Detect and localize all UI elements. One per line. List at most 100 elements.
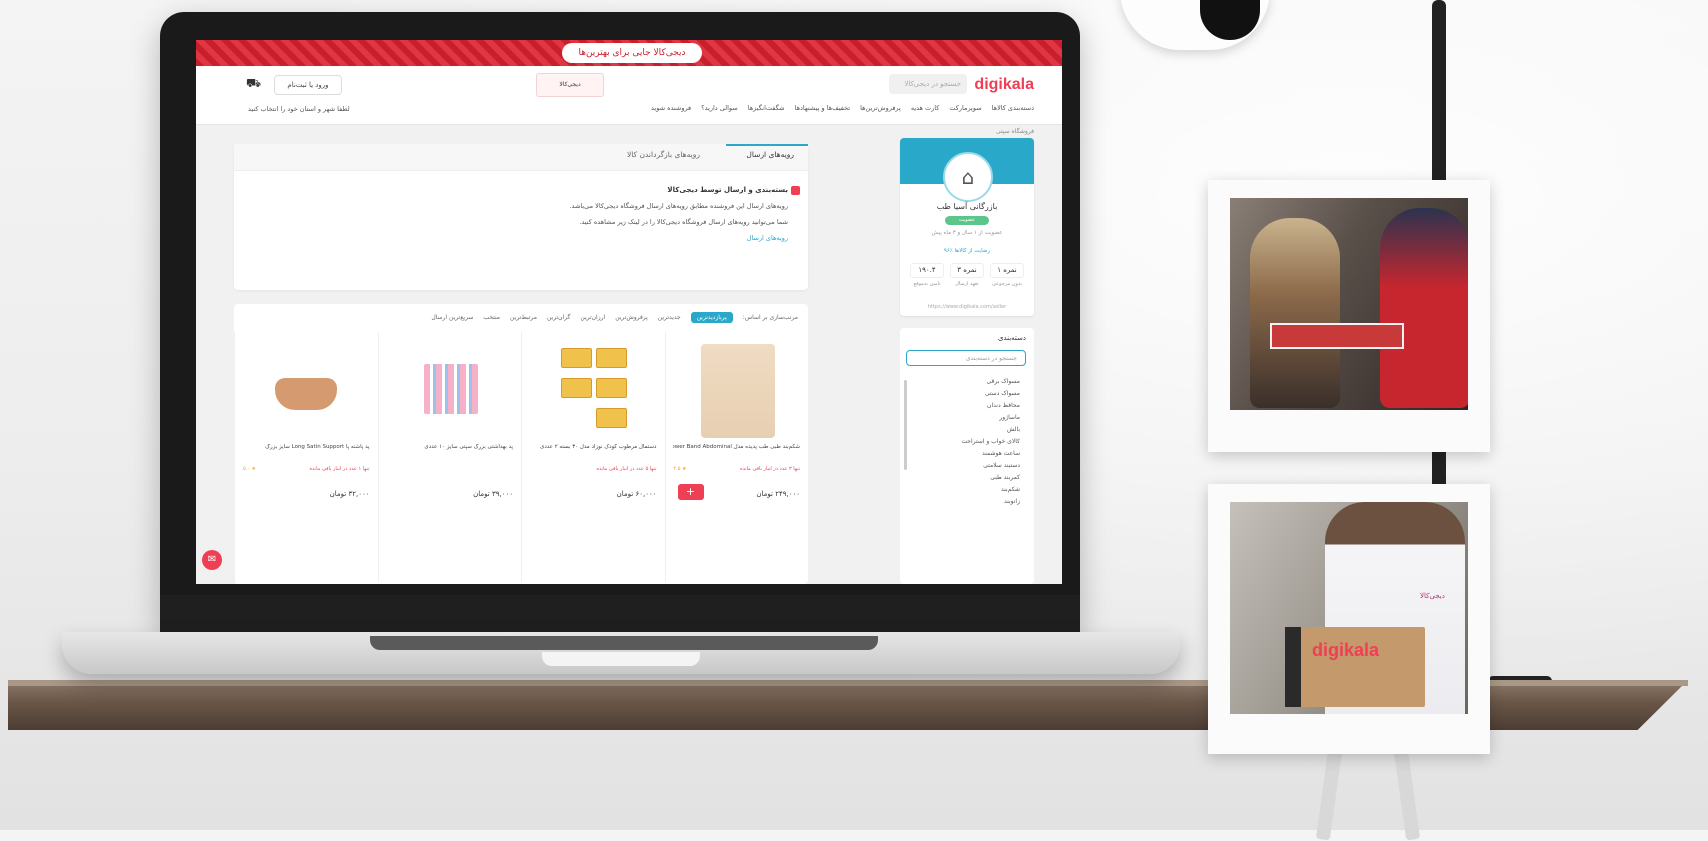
courier-figure: [1380, 208, 1468, 408]
nav-item[interactable]: شگفت‌انگیزها: [748, 104, 785, 112]
product-pack: [596, 378, 627, 398]
category-item[interactable]: بالش: [961, 424, 1020, 436]
seller-stats: ۱۹۰.۴ تامین به‌موقع ۳ نمره تعهد ارسال ۱ …: [910, 263, 1024, 287]
product-card[interactable]: پد بهداشتی بزرگ سپتی سایز ۱۰ عددی ۳۹,۰۰۰…: [377, 332, 522, 582]
category-list: مسواک برقی مسواک دستی محافظ دندان ماساژو…: [961, 376, 1020, 508]
sort-option[interactable]: گران‌ترین: [547, 314, 570, 321]
category-item[interactable]: زانوبند: [961, 496, 1020, 508]
nav-item[interactable]: دسته‌بندی کالاها: [992, 104, 1034, 112]
tab-heading: بسته‌بندی و ارسال توسط دیجی‌کالا: [667, 186, 788, 194]
product-card[interactable]: دستمال مرطوب کودک نوزاد مدل ۳۰ بسته ۲ عد…: [521, 332, 665, 582]
products-panel: مرتب‌سازی بر اساس: پربازدیدترین جدیدترین…: [234, 304, 808, 584]
tab-text: رویه‌های ارسال این فروشنده مطابق رویه‌ها…: [569, 202, 788, 210]
seller-stat: ۱ نمره بدون مرجوعی: [990, 263, 1024, 287]
login-button[interactable]: ورود یا ثبت‌نام: [274, 75, 342, 95]
product-price: ۲۴۹,۰۰۰ تومان: [756, 490, 800, 498]
sort-option[interactable]: سریع‌ترین ارسال: [431, 314, 473, 321]
category-item[interactable]: کمربند طبی: [961, 472, 1020, 484]
product-image[interactable]: [423, 364, 478, 414]
category-item[interactable]: کالای خواب و استراحت: [961, 436, 1020, 448]
stat-label: تامین به‌موقع: [913, 281, 941, 287]
cart-icon[interactable]: ⛟: [246, 76, 261, 90]
laptop-notch: [542, 652, 700, 666]
seller-name: بازرگانی آسیا طب: [936, 202, 998, 211]
product-price: ۳۲,۰۰۰ تومان: [329, 490, 370, 498]
nav-item[interactable]: سوپرمارکت: [949, 104, 981, 112]
header-promo[interactable]: دیجی‌کالا: [536, 73, 604, 97]
tab-content: بسته‌بندی و ارسال توسط دیجی‌کالا رویه‌ها…: [569, 186, 788, 242]
product-pack: [596, 348, 627, 368]
tab-returns[interactable]: رویه‌های بازگرداندن کالا: [627, 150, 700, 159]
nav-item[interactable]: کارت هدیه: [911, 104, 940, 112]
nav-item[interactable]: فروشنده شوید: [651, 104, 691, 112]
customer-figure: [1250, 218, 1340, 408]
location-selector[interactable]: لطفا شهر و استان خود را انتخاب کنید: [248, 105, 350, 113]
category-item[interactable]: مسواک دستی: [961, 388, 1020, 400]
courier-photo: دیجی‌کالا digikala: [1230, 502, 1468, 714]
stat-label: تعهد ارسال: [955, 281, 979, 287]
seller-stat: ۳ نمره تعهد ارسال: [950, 263, 984, 287]
nav-item[interactable]: پرفروش‌ترین‌ها: [860, 104, 901, 112]
sort-option[interactable]: ارزان‌ترین: [580, 314, 605, 321]
product-stock: تنها ۱ عدد در انبار باقی مانده: [309, 466, 370, 472]
product-rating: ★ ۵.۰: [243, 466, 257, 472]
sort-option[interactable]: جدیدترین: [658, 314, 681, 321]
category-item[interactable]: محافظ دندان: [961, 400, 1020, 412]
product-price: ۳۹,۰۰۰ تومان: [473, 490, 513, 498]
shipping-policy-panel: رویه‌های ارسال رویه‌های بازگرداندن کالا …: [234, 144, 808, 290]
category-item[interactable]: مسواک برقی: [961, 376, 1020, 388]
promo-banner[interactable]: دیجی‌کالا جایی برای بهترین‌ها: [196, 40, 1062, 66]
stat-value: ۱۹۰.۴: [910, 263, 944, 278]
category-item[interactable]: ساعت هوشمند: [961, 448, 1020, 460]
sort-option[interactable]: پرفروش‌ترین: [615, 314, 648, 321]
site-logo[interactable]: digikala: [974, 76, 1034, 94]
tab-bar: رویه‌های ارسال رویه‌های بازگرداندن کالا: [234, 144, 808, 171]
nav-item[interactable]: تخفیف‌ها و پیشنهادها: [795, 104, 850, 112]
product-name[interactable]: دستمال مرطوب کودک نوزاد مدل ۳۰ بسته ۲ عد…: [530, 444, 656, 450]
sort-bar: مرتب‌سازی بر اساس: پربازدیدترین جدیدترین…: [431, 312, 798, 323]
product-name[interactable]: شکم‌بند طبی طب پدیده مدل Power Band Abdo…: [673, 444, 800, 450]
shipping-policy-link[interactable]: رویه‌های ارسال: [569, 234, 788, 242]
main-nav: دسته‌بندی کالاها سوپرمارکت کارت هدیه پرف…: [651, 104, 1034, 112]
sort-label: مرتب‌سازی بر اساس:: [742, 314, 798, 321]
product-image[interactable]: [700, 344, 775, 438]
product-image[interactable]: [557, 344, 631, 438]
delivery-photo: [1230, 198, 1468, 410]
stat-value: ۱ نمره: [990, 263, 1024, 278]
breadcrumb[interactable]: فروشگاه سپتی: [996, 128, 1034, 135]
product-image[interactable]: [275, 378, 337, 410]
nav-item[interactable]: سوالی دارید؟: [701, 104, 738, 112]
sort-option[interactable]: مرتبط‌ترین: [510, 314, 537, 321]
add-to-cart-button[interactable]: +: [677, 484, 704, 500]
product-price: ۶۰,۰۰۰ تومان: [616, 490, 657, 498]
box-logo: digikala: [1312, 640, 1380, 660]
product-name[interactable]: پد بهداشتی بزرگ سپتی سایز ۱۰ عددی: [386, 444, 513, 450]
stat-value: ۳ نمره: [950, 263, 984, 278]
site-header: digikala جستجو در دیجی‌کالا دیجی‌کالا ور…: [196, 66, 1062, 125]
seller-performance[interactable]: ۹۶٪ رضایت از کالاها: [910, 248, 1024, 254]
category-title: دسته‌بندی: [997, 334, 1026, 342]
category-search-input[interactable]: جستجو در دسته‌بندی: [906, 350, 1026, 366]
category-item[interactable]: دستبند سلامتی: [961, 460, 1020, 472]
sort-option[interactable]: پربازدیدترین: [690, 312, 733, 323]
laptop-bezel-bottom: [160, 595, 1080, 633]
parcel-icon: [1270, 323, 1404, 349]
product-name[interactable]: پد پاشنه پا Long Satin Support سایز بزرگ: [243, 444, 369, 450]
stat-label: بدون مرجوعی: [992, 281, 1022, 287]
seller-since: عضویت از ۱ سال و ۳ ماه پیش: [931, 230, 1003, 236]
sort-option[interactable]: منتخب: [483, 314, 500, 321]
seller-link[interactable]: https://www.digikala.com/seller: [910, 304, 1024, 310]
digikala-mark-icon: [791, 186, 800, 195]
chat-icon[interactable]: ✉: [202, 550, 222, 570]
category-item[interactable]: شکم‌بند: [961, 484, 1020, 496]
laptop-hinge: [370, 636, 878, 650]
product-card[interactable]: شکم‌بند طبی طب پدیده مدل Power Band Abdo…: [664, 332, 809, 582]
search-input[interactable]: جستجو در دیجی‌کالا: [889, 74, 967, 94]
category-scrollbar[interactable]: [904, 380, 907, 470]
product-pack: [596, 408, 627, 428]
category-panel: دسته‌بندی جستجو در دسته‌بندی مسواک برقی …: [900, 328, 1034, 584]
product-card[interactable]: پد پاشنه پا Long Satin Support سایز بزرگ…: [234, 332, 378, 582]
product-pack: [561, 378, 592, 398]
category-item[interactable]: ماساژور: [961, 412, 1020, 424]
tab-shipping[interactable]: رویه‌های ارسال: [746, 150, 794, 159]
